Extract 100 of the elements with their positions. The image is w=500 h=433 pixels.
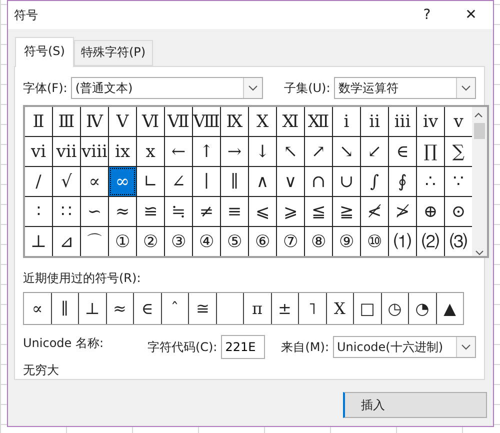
symbol-cell[interactable]: ↙ [361, 137, 388, 166]
symbol-cell[interactable]: ↓ [249, 137, 276, 166]
symbol-cell[interactable]: ↗ [305, 137, 332, 166]
symbol-cell[interactable]: ⅶ [53, 137, 80, 166]
symbol-cell[interactable]: ⊥ [25, 227, 52, 256]
symbol-cell[interactable]: ⅸ [109, 137, 136, 166]
symbol-cell[interactable]: Ⅸ [221, 107, 248, 136]
recent-symbol-cell[interactable] [216, 293, 243, 324]
symbol-cell[interactable]: ∧ [249, 167, 276, 196]
symbol-cell[interactable]: ∕ [25, 167, 52, 196]
symbol-cell[interactable]: ⑧ [305, 227, 332, 256]
from-dropdown[interactable]: Unicode(十六进制) [333, 336, 476, 358]
symbol-cell[interactable]: ⑥ [249, 227, 276, 256]
symbol-cell[interactable]: ⩽ [249, 197, 276, 226]
recent-symbol-cell[interactable]: ∥ [52, 293, 78, 324]
symbol-cell[interactable]: ← [165, 137, 192, 166]
scrollbar[interactable] [472, 107, 487, 256]
symbol-cell[interactable]: ∪ [333, 167, 360, 196]
recent-symbol-cell[interactable]: ≅ [189, 293, 216, 324]
symbol-cell[interactable]: ⑨ [333, 227, 360, 256]
scroll-up-icon[interactable] [474, 112, 483, 118]
symbol-cell[interactable]: ≦ [305, 197, 332, 226]
symbol-cell[interactable]: ② [137, 227, 164, 256]
symbol-cell[interactable]: ∷ [53, 197, 80, 226]
symbol-cell[interactable]: ⅲ [389, 107, 416, 136]
symbol-cell[interactable]: ⑩ [361, 227, 388, 256]
symbol-cell[interactable]: ≡ [221, 197, 248, 226]
symbol-cell[interactable]: ↑ [193, 137, 220, 166]
symbol-cell[interactable]: Ⅻ [305, 107, 332, 136]
symbol-cell[interactable]: Ⅲ [53, 107, 80, 136]
recent-symbol-cell[interactable]: ∝ [24, 293, 50, 324]
symbol-cell[interactable]: ∏ [417, 137, 444, 166]
recent-symbol-cell[interactable]: □ [354, 293, 380, 324]
symbol-cell[interactable]: ⅷ [81, 137, 108, 166]
symbol-cell[interactable]: ⅵ [25, 137, 52, 166]
recent-symbol-cell[interactable]: ∈ [134, 293, 160, 324]
symbol-cell[interactable]: ∞ [109, 167, 136, 196]
symbol-cell[interactable]: ≯ [389, 197, 416, 226]
symbol-cell[interactable]: → [221, 137, 248, 166]
symbol-cell[interactable]: ⊙ [445, 197, 472, 226]
char-code-field[interactable]: 221E [221, 335, 266, 359]
close-button[interactable]: ✕ [449, 1, 493, 29]
recent-symbol-cell[interactable]: ▲ [436, 293, 463, 324]
scroll-down-icon[interactable] [475, 250, 484, 256]
symbol-cell[interactable]: ⊕ [417, 197, 444, 226]
symbol-cell[interactable]: Ⅵ [137, 107, 164, 136]
symbol-cell[interactable]: ① [109, 227, 136, 256]
symbol-cell[interactable]: Ⅳ [81, 107, 108, 136]
symbol-cell[interactable]: Ⅹ [249, 107, 276, 136]
symbol-cell[interactable]: ③ [165, 227, 192, 256]
symbol-cell[interactable]: ⑴ [389, 227, 416, 256]
symbol-cell[interactable]: ≒ [165, 197, 192, 226]
symbol-cell[interactable]: Ⅺ [277, 107, 304, 136]
symbol-cell[interactable]: ∝ [81, 167, 108, 196]
recent-symbol-cell[interactable]: ˆ [162, 293, 188, 324]
tab[interactable]: 符号(S) [15, 37, 74, 67]
symbol-cell[interactable]: ⅳ [417, 107, 444, 136]
symbol-cell[interactable]: ④ [193, 227, 220, 256]
symbol-cell[interactable]: ∶ [25, 197, 52, 226]
symbol-cell[interactable]: ⩾ [277, 197, 304, 226]
symbol-cell[interactable]: ⑦ [277, 227, 304, 256]
symbol-cell[interactable]: Ⅷ [193, 107, 220, 136]
symbol-cell[interactable]: √ [53, 167, 80, 196]
symbol-cell[interactable]: ∥ [221, 167, 248, 196]
symbol-cell[interactable]: ↖ [277, 137, 304, 166]
font-dropdown[interactable]: (普通文本) [71, 77, 264, 99]
symbol-cell[interactable]: ∟ [137, 167, 164, 196]
recent-symbol-cell[interactable]: ± [272, 293, 298, 324]
symbol-cell[interactable]: ⊿ [53, 227, 80, 256]
symbol-cell[interactable]: ⅹ [137, 137, 164, 166]
symbol-cell[interactable]: ≌ [137, 197, 164, 226]
symbol-cell[interactable]: ∽ [81, 197, 108, 226]
symbol-cell[interactable]: ∩ [305, 167, 332, 196]
recent-symbol-cell[interactable]: ⊥ [79, 293, 106, 324]
symbol-cell[interactable]: ⑤ [221, 227, 248, 256]
symbol-cell[interactable]: ∠ [165, 167, 192, 196]
recent-symbol-cell[interactable]: Χ [326, 293, 353, 324]
symbol-cell[interactable]: ∴ [417, 167, 444, 196]
recent-symbol-cell[interactable]: ◷ [382, 293, 408, 324]
tab[interactable]: 特殊字符(P) [74, 40, 153, 66]
insert-button[interactable]: 插入 [343, 392, 487, 418]
help-button[interactable]: ? [405, 1, 449, 29]
recent-symbol-cell[interactable]: π [244, 293, 270, 324]
recent-symbol-cell[interactable]: ˥ [299, 293, 326, 324]
symbol-cell[interactable]: ≮ [361, 197, 388, 226]
symbol-cell[interactable]: ∫ [361, 167, 388, 196]
symbol-cell[interactable]: ∨ [277, 167, 304, 196]
recent-symbol-cell[interactable]: ≈ [106, 293, 133, 324]
symbol-cell[interactable]: ≠ [193, 197, 220, 226]
symbol-cell[interactable]: Ⅶ [165, 107, 192, 136]
symbol-cell[interactable]: ∮ [389, 167, 416, 196]
scroll-thumb[interactable] [474, 123, 485, 139]
symbol-cell[interactable]: Ⅴ [109, 107, 136, 136]
symbol-cell[interactable]: ∑ [445, 137, 472, 166]
symbol-cell[interactable]: ⅱ [361, 107, 388, 136]
recent-symbol-cell[interactable]: ◔ [409, 293, 436, 324]
symbol-cell[interactable]: ∵ [445, 167, 472, 196]
symbol-cell[interactable]: ↘ [333, 137, 360, 166]
symbol-cell[interactable]: ∈ [389, 137, 416, 166]
symbol-cell[interactable]: ⑵ [417, 227, 444, 256]
